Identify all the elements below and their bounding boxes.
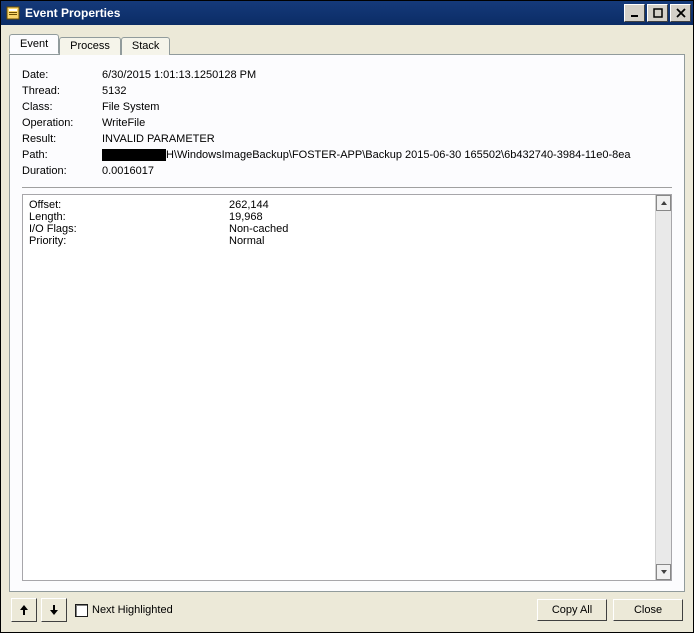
- ioflags-value: Non-cached: [229, 223, 649, 235]
- next-highlighted-label: Next Highlighted: [92, 604, 173, 616]
- checkbox-icon: [75, 604, 88, 617]
- window-title: Event Properties: [25, 6, 622, 20]
- result-value: INVALID PARAMETER: [102, 133, 672, 145]
- app-icon: [5, 5, 21, 21]
- tab-strip: Event Process Stack: [9, 33, 685, 54]
- path-label: Path:: [22, 149, 102, 161]
- class-label: Class:: [22, 101, 102, 113]
- class-value: File System: [102, 101, 672, 113]
- tab-stack[interactable]: Stack: [121, 37, 171, 55]
- length-label: Length:: [29, 211, 229, 223]
- operation-value: WriteFile: [102, 117, 672, 129]
- tab-process[interactable]: Process: [59, 37, 121, 55]
- date-label: Date:: [22, 69, 102, 81]
- scroll-down-button[interactable]: [656, 564, 671, 580]
- tab-event[interactable]: Event: [9, 34, 59, 54]
- prev-event-button[interactable]: [11, 598, 37, 622]
- event-summary-grid: Date: 6/30/2015 1:01:13.1250128 PM Threa…: [22, 69, 672, 177]
- detail-content: Offset: 262,144 Length: 19,968 I/O Flags…: [23, 195, 655, 580]
- thread-value: 5132: [102, 85, 672, 97]
- operation-label: Operation:: [22, 117, 102, 129]
- path-value: H\WindowsImageBackup\FOSTER-APP\Backup 2…: [102, 149, 672, 161]
- result-label: Result:: [22, 133, 102, 145]
- duration-label: Duration:: [22, 165, 102, 177]
- duration-value: 0.0016017: [102, 165, 672, 177]
- ioflags-label: I/O Flags:: [29, 223, 229, 235]
- client-area: Event Process Stack Date: 6/30/2015 1:01…: [1, 25, 693, 632]
- scroll-up-button[interactable]: [656, 195, 671, 211]
- minimize-button[interactable]: [624, 4, 645, 22]
- offset-label: Offset:: [29, 199, 229, 211]
- next-event-button[interactable]: [41, 598, 67, 622]
- maximize-button[interactable]: [647, 4, 668, 22]
- divider: [22, 187, 672, 188]
- detail-box: Offset: 262,144 Length: 19,968 I/O Flags…: [22, 194, 672, 581]
- copy-all-button[interactable]: Copy All: [537, 599, 607, 621]
- path-suffix: H\WindowsImageBackup\FOSTER-APP\Backup 2…: [166, 149, 631, 161]
- close-window-button[interactable]: [670, 4, 691, 22]
- detail-grid: Offset: 262,144 Length: 19,968 I/O Flags…: [29, 199, 649, 247]
- window-root: Event Properties Event Process Stack Dat…: [0, 0, 694, 633]
- vertical-scrollbar[interactable]: [655, 195, 671, 580]
- title-bar: Event Properties: [1, 1, 693, 25]
- priority-label: Priority:: [29, 235, 229, 247]
- next-highlighted-checkbox[interactable]: Next Highlighted: [75, 604, 173, 617]
- thread-label: Thread:: [22, 85, 102, 97]
- length-value: 19,968: [229, 211, 649, 223]
- tab-panel-event: Date: 6/30/2015 1:01:13.1250128 PM Threa…: [9, 54, 685, 592]
- footer-bar: Next Highlighted Copy All Close: [9, 592, 685, 626]
- close-button[interactable]: Close: [613, 599, 683, 621]
- date-value: 6/30/2015 1:01:13.1250128 PM: [102, 69, 672, 81]
- offset-value: 262,144: [229, 199, 649, 211]
- redacted-block: [102, 149, 166, 161]
- priority-value: Normal: [229, 235, 649, 247]
